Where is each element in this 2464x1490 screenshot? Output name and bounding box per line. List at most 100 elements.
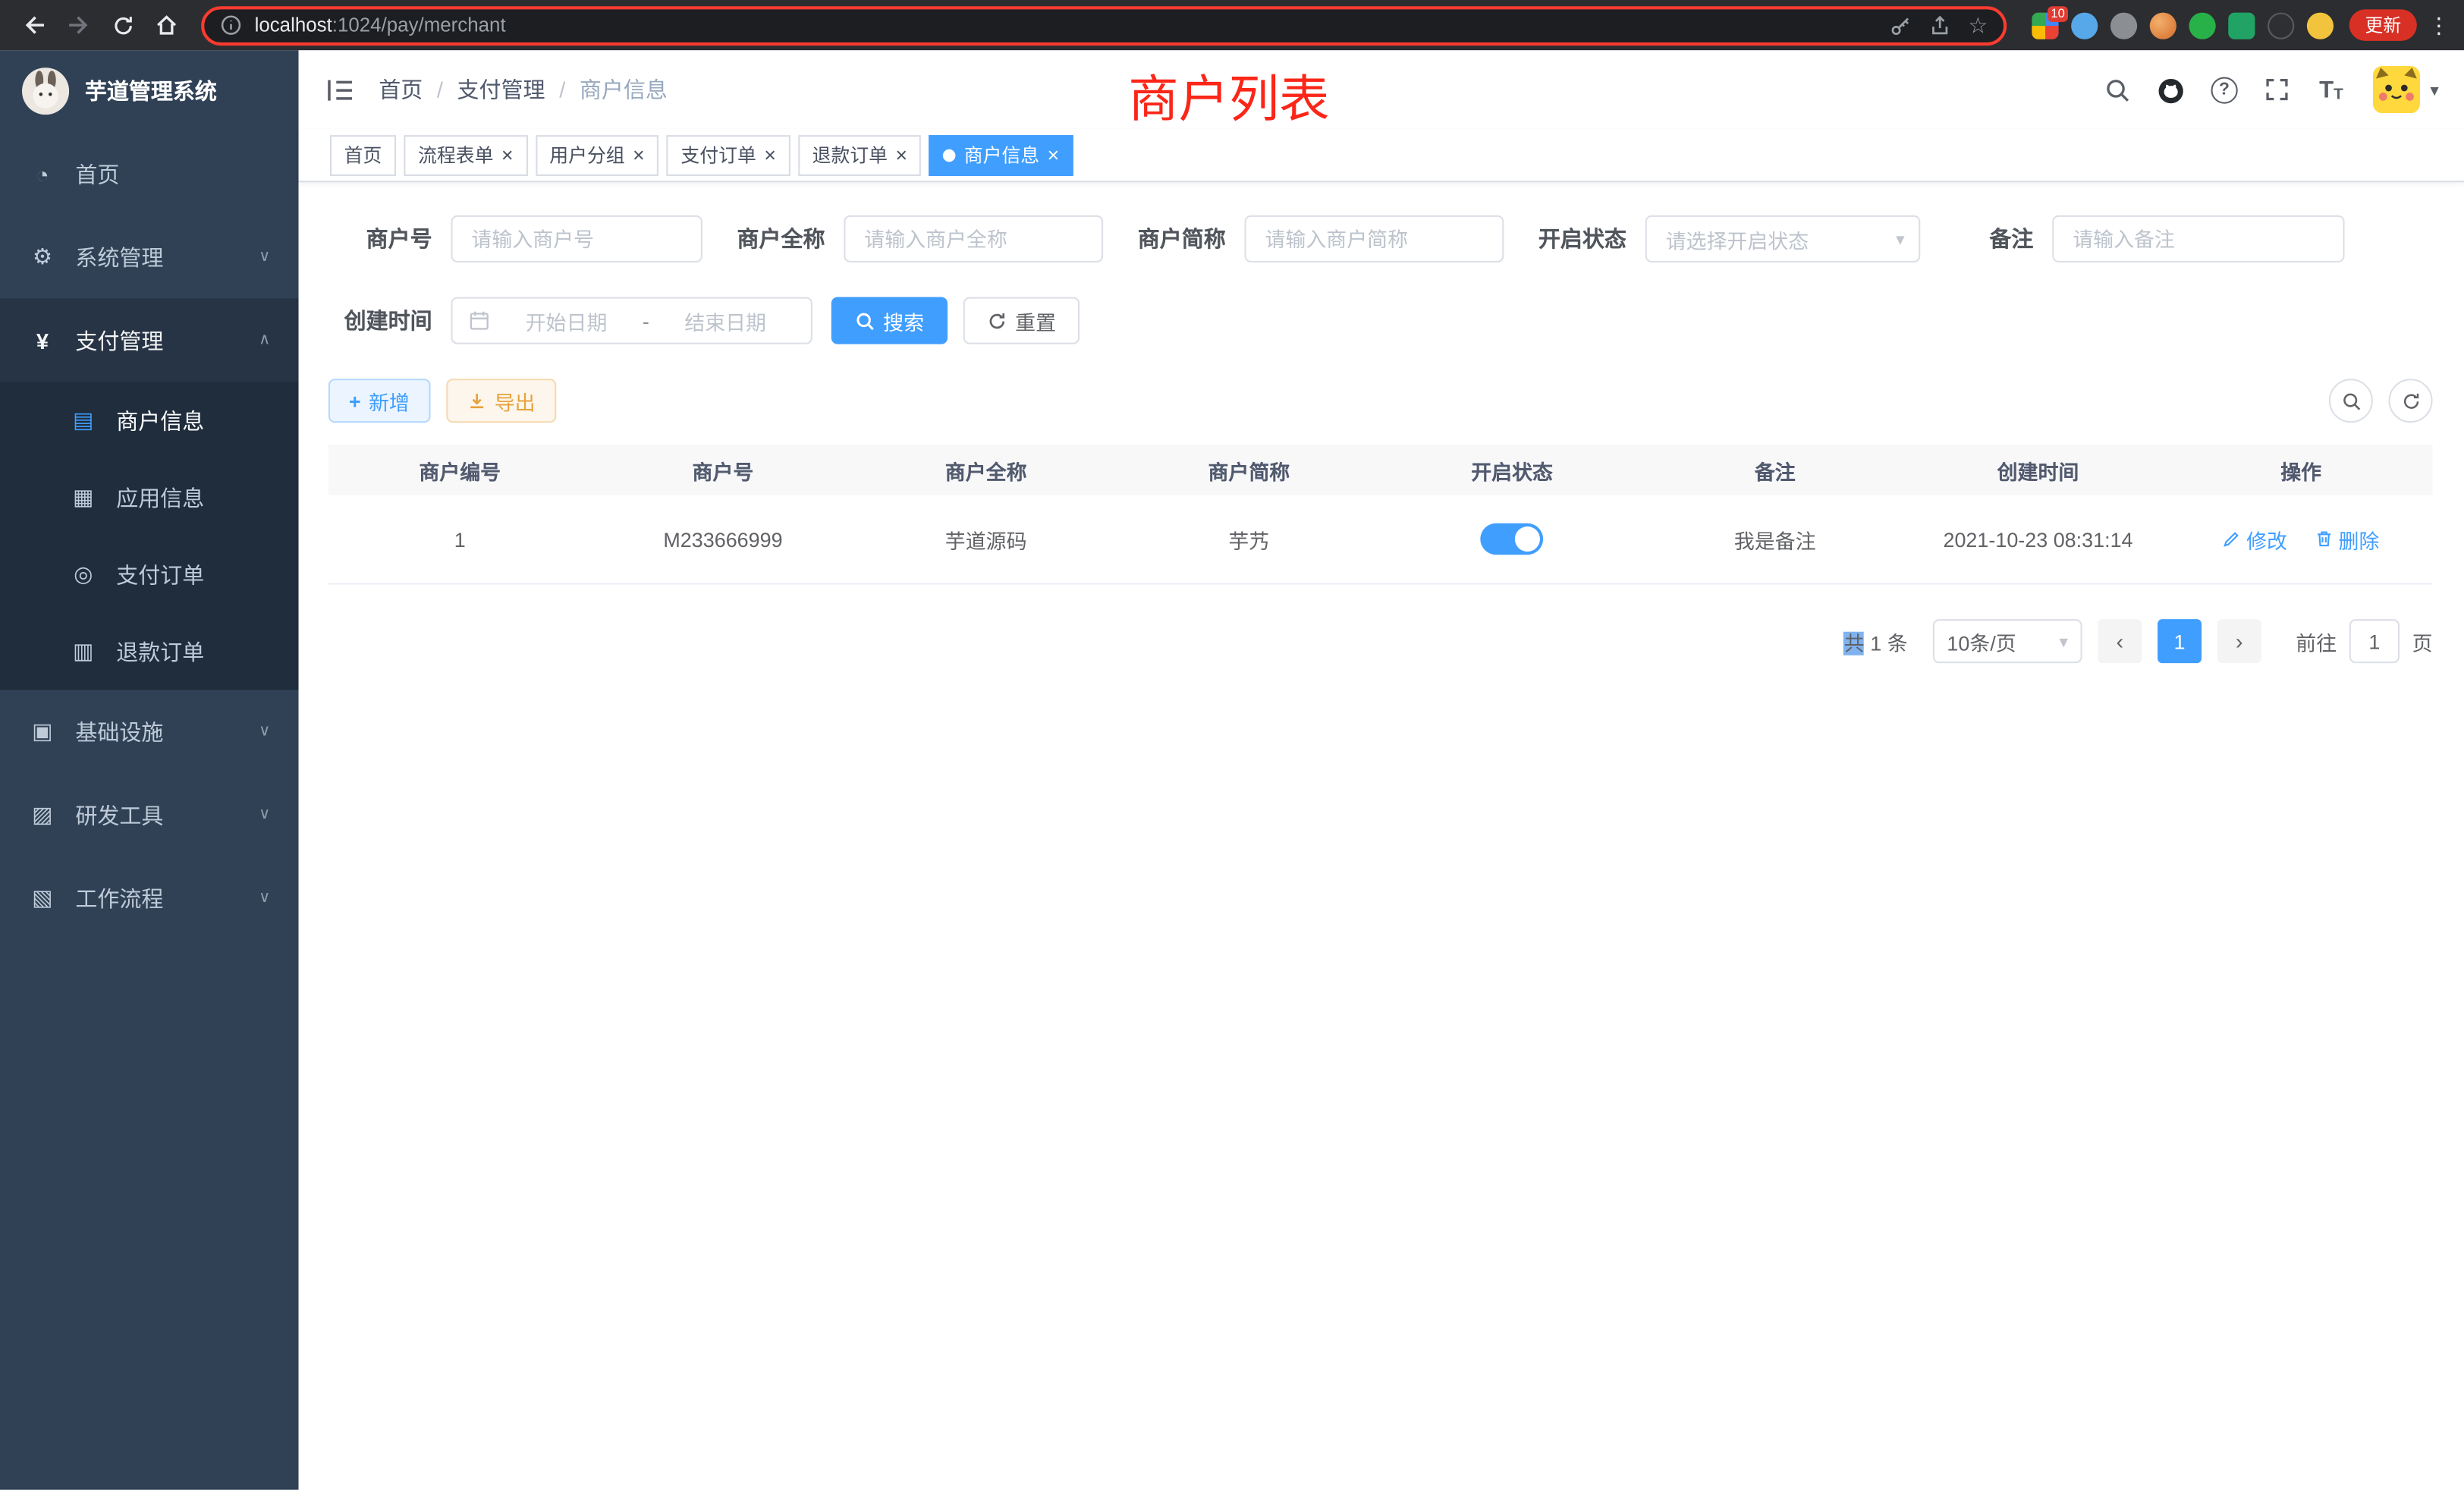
pagination-total: 共 1 条 <box>1844 626 1908 655</box>
extension-green-doc-icon[interactable] <box>2228 12 2255 39</box>
home-icon <box>154 13 179 38</box>
plus-icon <box>349 389 361 413</box>
col-status: 开启状态 <box>1381 455 1644 485</box>
close-icon[interactable] <box>764 145 776 165</box>
chevron-down-icon <box>1896 228 1904 249</box>
sidebar-item-payment[interactable]: 支付管理 <box>0 299 299 382</box>
close-icon[interactable] <box>895 145 907 165</box>
password-key-icon[interactable] <box>1890 14 1913 37</box>
tab-process-form[interactable]: 流程表单 <box>404 134 527 175</box>
github-button[interactable] <box>2151 69 2192 110</box>
browser-menu-button[interactable]: ⋮ <box>2426 12 2451 39</box>
extension-smiley-icon[interactable] <box>2307 12 2334 39</box>
sidebar-item-label: 首页 <box>75 158 119 189</box>
sidebar-item-label: 退款订单 <box>116 636 204 667</box>
add-button[interactable]: 新增 <box>328 379 430 423</box>
breadcrumb-home[interactable]: 首页 <box>379 74 423 105</box>
merchant-no-input[interactable] <box>451 215 702 262</box>
tab-label: 支付订单 <box>680 141 756 168</box>
bookmark-star-icon[interactable]: ☆ <box>1968 14 1988 36</box>
logo-avatar <box>22 68 69 115</box>
reset-button[interactable]: 重置 <box>963 297 1080 344</box>
breadcrumb-payment[interactable]: 支付管理 <box>457 74 545 105</box>
forward-icon <box>66 13 91 38</box>
sidebar-item-devtools[interactable]: 研发工具 <box>0 773 299 857</box>
page-content: 商户号 商户全称 商户简称 开启状态 请选择开启状态 备注 创 <box>299 182 2464 1489</box>
extension-green-check-icon[interactable] <box>2189 12 2216 39</box>
address-bar[interactable]: localhost:1024/pay/merchant ☆ <box>201 5 2007 45</box>
status-select-placeholder: 请选择开启状态 <box>1666 224 1809 253</box>
page-1-button[interactable]: 1 <box>2158 619 2202 663</box>
sidebar-item-label: 支付管理 <box>75 325 163 356</box>
cell-actions: 修改 删除 <box>2170 524 2433 554</box>
help-button[interactable] <box>2204 69 2245 110</box>
share-icon[interactable] <box>1929 14 1953 37</box>
sidebar-item-workflow[interactable]: 工作流程 <box>0 857 299 940</box>
fullscreen-button[interactable] <box>2258 69 2299 110</box>
delete-button[interactable]: 删除 <box>2315 524 2379 554</box>
tab-label: 商户信息 <box>964 141 1039 168</box>
edit-button-label: 修改 <box>2246 524 2287 554</box>
extension-gray-icon[interactable] <box>2110 12 2137 39</box>
create-time-range-picker[interactable]: 开始日期 - 结束日期 <box>451 297 812 344</box>
app-title: 芋道管理系统 <box>85 75 217 106</box>
page-size-select[interactable]: 10条/页 <box>1933 619 2082 663</box>
sidebar-item-merchant-info[interactable]: 商户信息 <box>0 382 299 458</box>
prev-page-button[interactable]: ‹ <box>2098 619 2142 663</box>
full-name-input[interactable] <box>844 215 1103 262</box>
sidebar-item-app-info[interactable]: 应用信息 <box>0 459 299 536</box>
tab-label: 流程表单 <box>418 141 493 168</box>
next-page-button[interactable]: › <box>2217 619 2261 663</box>
sidebar-item-label: 基础设施 <box>75 716 163 747</box>
status-select[interactable]: 请选择开启状态 <box>1645 215 1921 262</box>
main-area: 首页 支付管理 商户信息 商户列表 <box>299 50 2464 1489</box>
sidebar-toggle[interactable] <box>327 78 354 102</box>
search-button[interactable]: 搜索 <box>831 297 948 344</box>
edit-button[interactable]: 修改 <box>2223 524 2287 554</box>
home-button[interactable] <box>145 3 189 47</box>
tab-pay-order[interactable]: 支付订单 <box>667 134 790 175</box>
close-icon[interactable] <box>633 145 645 165</box>
back-button[interactable] <box>13 3 57 47</box>
edit-pen-icon <box>2223 530 2242 549</box>
date-end-placeholder: 结束日期 <box>655 306 795 335</box>
table-toolbar: 新增 导出 <box>328 379 2433 423</box>
chevron-down-icon <box>259 248 270 266</box>
extension-tabs-icon[interactable]: 10 <box>2032 12 2058 39</box>
extension-drop-icon[interactable] <box>2071 12 2098 39</box>
tab-merchant-info[interactable]: 商户信息 <box>929 134 1073 175</box>
status-toggle[interactable] <box>1481 523 1544 555</box>
app-logo[interactable]: 芋道管理系统 <box>0 50 299 132</box>
user-menu[interactable] <box>2374 66 2439 113</box>
header-search-button[interactable] <box>2097 69 2138 110</box>
sidebar-item-infrastructure[interactable]: 基础设施 <box>0 690 299 773</box>
font-size-button[interactable] <box>2311 69 2352 110</box>
breadcrumb-separator <box>423 77 457 102</box>
refresh-table-button[interactable] <box>2389 379 2433 423</box>
pagination: 共 1 条 10条/页 ‹ 1 › 前往 页 <box>328 619 2433 663</box>
show-search-toggle-button[interactable] <box>2329 379 2373 423</box>
font-size-icon <box>2319 76 2343 102</box>
sidebar-item-home[interactable]: 首页 <box>0 132 299 215</box>
sidebar: 芋道管理系统 首页 系统管理 支付管理 <box>0 50 299 1489</box>
remark-input[interactable] <box>2052 215 2344 262</box>
sidebar-item-system[interactable]: 系统管理 <box>0 215 299 299</box>
export-button[interactable]: 导出 <box>445 379 555 423</box>
forward-button[interactable] <box>57 3 101 47</box>
sidebar-item-pay-order[interactable]: 支付订单 <box>0 536 299 613</box>
tab-user-group[interactable]: 用户分组 <box>536 134 659 175</box>
short-name-input[interactable] <box>1245 215 1504 262</box>
close-icon[interactable] <box>1048 145 1060 165</box>
tab-refund-order[interactable]: 退款订单 <box>798 134 922 175</box>
extension-dark-icon[interactable] <box>2268 12 2294 39</box>
col-actions: 操作 <box>2170 455 2433 485</box>
update-button[interactable]: 更新 <box>2349 9 2417 40</box>
sidebar-item-refund-order[interactable]: 退款订单 <box>0 613 299 690</box>
tab-home[interactable]: 首页 <box>330 134 396 175</box>
chevron-down-icon <box>259 723 270 740</box>
close-icon[interactable] <box>501 145 514 165</box>
extension-avatar-icon[interactable] <box>2150 12 2176 39</box>
goto-page-input[interactable] <box>2349 619 2400 663</box>
reload-button[interactable] <box>101 3 145 47</box>
site-info-icon[interactable] <box>220 14 242 36</box>
